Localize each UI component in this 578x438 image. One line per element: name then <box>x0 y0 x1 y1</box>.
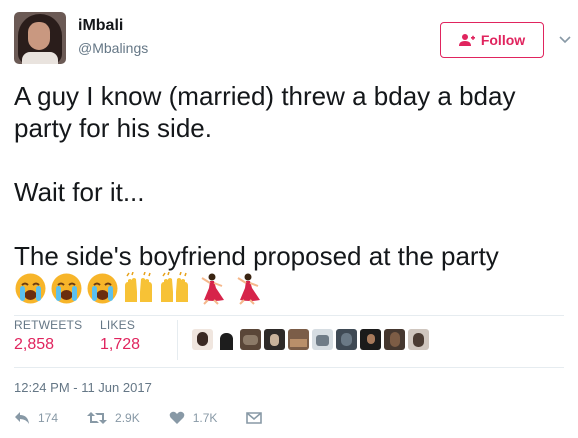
tweet-line: Wait for it... <box>14 177 145 207</box>
retweet-button[interactable]: 2.9K <box>87 411 140 425</box>
retweets-stat[interactable]: RETWEETS 2,858 <box>14 318 82 354</box>
retweet-count: 2.9K <box>115 411 140 425</box>
tweet-text: A guy I know (married) threw a bday a bd… <box>14 80 554 272</box>
liker-avatar[interactable] <box>336 329 357 350</box>
emoji-row <box>14 272 263 306</box>
likes-count: 1,728 <box>100 336 141 353</box>
follow-user-icon <box>458 34 475 46</box>
liker-avatar[interactable] <box>312 329 333 350</box>
retweets-count: 2,858 <box>14 336 55 353</box>
crying-face-icon <box>51 273 82 304</box>
liker-avatar[interactable] <box>288 329 309 350</box>
divider <box>14 315 564 316</box>
chevron-down-icon[interactable] <box>558 32 572 46</box>
reply-button[interactable]: 174 <box>14 411 58 425</box>
direct-message-button[interactable] <box>246 411 263 425</box>
tweet-header: iMbali @Mbalings Follow <box>14 12 571 68</box>
retweet-icon <box>87 412 108 424</box>
user-names[interactable]: iMbali @Mbalings <box>78 17 148 56</box>
like-count: 1.7K <box>192 411 218 425</box>
tweet-timestamp[interactable]: 12:24 PM - 11 Jun 2017 <box>14 380 152 395</box>
liker-avatar[interactable] <box>192 329 213 350</box>
likes-stat[interactable]: LIKES 1,728 <box>100 318 140 354</box>
tweet-line: A guy I know (married) threw a bday a bd… <box>14 81 516 143</box>
liker-avatar[interactable] <box>216 329 237 350</box>
user-handle[interactable]: @Mbalings <box>78 40 148 56</box>
tweet-line: The side's boyfriend proposed at the par… <box>14 241 499 271</box>
display-name[interactable]: iMbali <box>78 17 148 36</box>
stats-separator <box>177 320 178 360</box>
liker-avatar[interactable] <box>240 329 261 350</box>
tweet-card: iMbali @Mbalings Follow A guy I know (ma… <box>0 0 578 438</box>
follow-label: Follow <box>480 32 526 48</box>
reply-icon <box>15 412 29 424</box>
liker-avatar[interactable] <box>408 329 429 350</box>
dancer-icon <box>201 273 224 305</box>
reply-count: 174 <box>38 411 59 425</box>
liker-avatar[interactable] <box>384 329 405 350</box>
like-button[interactable]: 1.7K <box>169 411 218 425</box>
liker-avatar[interactable] <box>264 329 285 350</box>
crying-face-icon <box>87 273 118 304</box>
liker-avatar[interactable] <box>360 329 381 350</box>
crying-face-icon <box>15 273 46 304</box>
tweet-actions: 174 2.9K 1.7K <box>14 411 291 425</box>
avatar[interactable] <box>14 12 66 64</box>
liker-avatars <box>192 329 429 350</box>
heart-icon <box>169 411 185 424</box>
retweets-label: RETWEETS <box>14 318 83 332</box>
envelope-icon <box>246 412 263 424</box>
raised-hands-icon <box>125 272 152 302</box>
likes-label: LIKES <box>100 318 136 332</box>
divider <box>14 367 564 368</box>
follow-button[interactable]: Follow <box>440 22 544 58</box>
raised-hands-icon <box>161 272 188 302</box>
dancer-icon <box>237 273 260 305</box>
